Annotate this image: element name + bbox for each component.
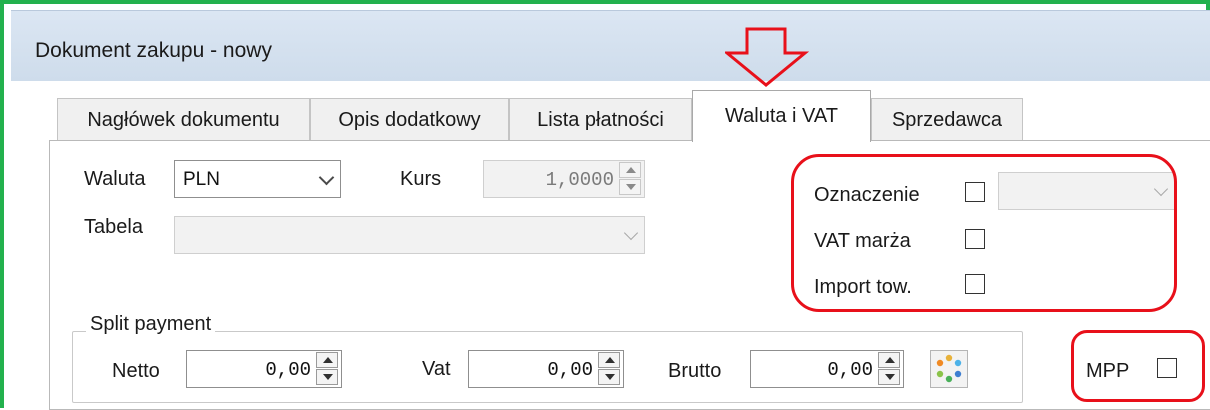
vat-spinner[interactable]: 0,00 [468,350,624,388]
netto-value: 0,00 [265,359,311,381]
chevron-down-icon [623,225,639,241]
brutto-label: Brutto [668,360,722,382]
red-oval-annotation [791,154,1177,312]
tab-label: Nagłówek dokumentu [87,109,280,131]
tab-seller[interactable]: Sprzedawca [871,98,1023,140]
rate-table-select[interactable] [174,216,645,254]
rate-spin-buttons [619,162,643,196]
red-arrow-annotation [725,27,809,87]
tab-description[interactable]: Opis dodatkowy [310,98,509,140]
tab-label: Opis dodatkowy [338,109,481,131]
spin-up-icon[interactable] [878,352,900,368]
spin-down-icon[interactable] [316,369,338,385]
window-title: Dokument zakupu - nowy [35,39,272,62]
tab-label: Lista płatności [537,109,664,131]
chevron-down-icon [318,169,335,186]
document-window: Dokument zakupu - nowy Nagłówek dokument… [11,10,1210,410]
refresh-button[interactable] [930,350,968,388]
vat-value: 0,00 [547,359,593,381]
spin-down-icon[interactable] [878,369,900,385]
rate-value: 1,0000 [545,169,614,191]
spin-down-icon[interactable] [619,179,641,195]
vat-label: Vat [422,358,451,380]
brutto-spin-buttons [878,352,902,386]
rate-label: Kurs [400,168,442,190]
brutto-value: 0,00 [827,359,873,381]
currency-value: PLN [183,169,220,190]
spin-up-icon[interactable] [619,162,641,178]
table-label: Tabela [84,216,143,238]
tab-payments[interactable]: Lista płatności [509,98,692,140]
tab-content-panel: Waluta PLN Kurs 1,0000 Tabela Oznaczenie [49,140,1210,410]
tab-label: Sprzedawca [891,109,1003,131]
spin-up-icon[interactable] [316,352,338,368]
rate-spinner[interactable]: 1,0000 [483,160,645,198]
split-payment-title: Split payment [86,313,216,336]
spin-up-icon[interactable] [598,352,620,368]
netto-spin-buttons [316,352,340,386]
brutto-spinner[interactable]: 0,00 [750,350,904,388]
netto-label: Netto [112,360,160,382]
vat-spin-buttons [598,352,622,386]
currency-select[interactable]: PLN [174,160,341,198]
red-oval-annotation-mpp [1071,330,1205,402]
spin-down-icon[interactable] [598,369,620,385]
title-bar: Dokument zakupu - nowy [11,10,1210,81]
netto-spinner[interactable]: 0,00 [186,350,342,388]
currency-label: Waluta [84,168,146,190]
tab-label: Waluta i VAT [725,105,838,127]
tab-currency-vat[interactable]: Waluta i VAT [692,90,871,142]
refresh-icon [936,354,962,383]
tab-header[interactable]: Nagłówek dokumentu [57,98,310,140]
